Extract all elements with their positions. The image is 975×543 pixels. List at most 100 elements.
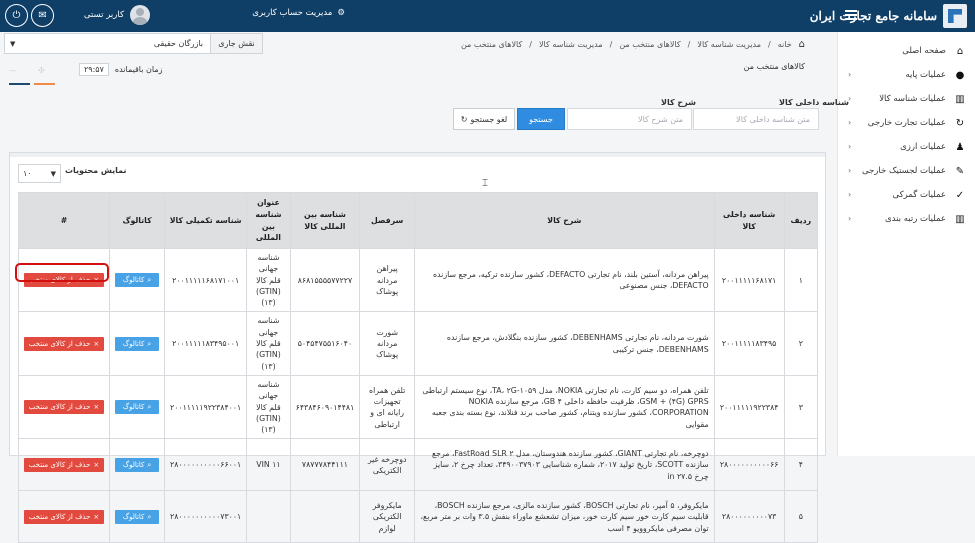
- mouse-cursor-icon: ⌶: [482, 178, 488, 189]
- close-icon: ×: [93, 403, 100, 412]
- sidebar-item-label: عملیات رتبه بندی: [885, 214, 946, 224]
- page-size-label: نمایش محتویات: [65, 166, 127, 175]
- catalog-button[interactable]: ⌕ کاتالوگ: [115, 336, 160, 351]
- global-id-cell: ۸۶۸۱۵۵۵۵۷۷۲۲۷: [289, 247, 361, 313]
- breadcrumb-separator: /: [609, 39, 613, 49]
- global-title-cell: شناسه جهانی قلم کالا (GTIN) (۱۳): [246, 374, 291, 440]
- category-cell: مایکروفر الکتریکی لوازم: [359, 490, 416, 543]
- internal-id-input[interactable]: متن شناسه داخلی کالا: [693, 108, 819, 130]
- breadcrumb-item[interactable]: مدیریت شناسه کالا: [697, 40, 761, 49]
- close-icon: ×: [93, 512, 100, 521]
- internal-id-cell: ۲۰۰۱۱۱۱۱۹۲۲۳۸۴: [713, 374, 785, 440]
- account-management-link[interactable]: ⚙ مدیریت حساب کاربری: [252, 8, 345, 18]
- hamburger-menu-icon[interactable]: [845, 8, 857, 20]
- remove-selected-button[interactable]: × حذف از کالای منتخب: [24, 457, 105, 472]
- sidebar-item-foreign-trade[interactable]: ↻ عملیات تجارت خارجی ‹: [838, 111, 975, 135]
- internal-id-cell: ۲۸۰۰۰۰۰۰۰۰۰۷۳: [713, 490, 785, 543]
- catalog-label: کاتالوگ: [122, 403, 145, 412]
- panel-accent-line: [9, 83, 30, 85]
- role-select[interactable]: بازرگان حقیقی ▼: [5, 34, 211, 53]
- catalog-button[interactable]: ⌕ کاتالوگ: [115, 400, 160, 415]
- description-cell: تلفن همراه، دو سیم کارت، نام تجارتی NOKI…: [414, 374, 715, 440]
- gear-icon: ⚙: [337, 8, 345, 18]
- sidebar-item-customs[interactable]: ✓ عملیات گمرکی ‹: [838, 183, 975, 207]
- page-title: کالاهای منتخب من: [743, 62, 805, 71]
- users-icon: ♟: [955, 141, 965, 153]
- session-time: ۲۹:۵۷: [79, 63, 109, 76]
- catalog-button[interactable]: ⌕ کاتالوگ: [115, 509, 160, 524]
- search-button[interactable]: جستجو: [517, 108, 565, 130]
- category-cell: شورت مردانه پوشاک: [359, 311, 416, 376]
- sidebar-item-ranking[interactable]: ▥ عملیات رتبه بندی ‹: [838, 207, 975, 231]
- power-icon[interactable]: ⏻: [5, 4, 28, 27]
- extra-id-cell: ۲۰۰۱۱۱۱۱۸۳۴۹۵۰۰۱: [164, 311, 248, 376]
- role-selector[interactable]: نقش جاری بازرگان حقیقی ▼: [4, 33, 263, 54]
- chevron-left-icon: ‹: [848, 166, 852, 175]
- breadcrumb-home[interactable]: خانه: [778, 40, 792, 49]
- current-role-label: نقش جاری: [210, 34, 262, 53]
- sidebar-item-label: عملیات پایه: [905, 70, 946, 80]
- extra-id-cell: ۲۰۰۱۱۱۱۱۹۲۲۳۸۴۰۰۱: [164, 374, 248, 440]
- sidebar-item-label: عملیات شناسه کالا: [879, 94, 946, 104]
- catalog-button[interactable]: ⌕ کاتالوگ: [115, 273, 160, 288]
- description-cell: دوچرخه، نام تجارتی GIANT، کشور سازنده هن…: [414, 438, 715, 492]
- breadcrumb-separator: /: [529, 39, 532, 49]
- breadcrumb-current: کالاهای منتخب من: [460, 39, 523, 49]
- column-header: سرفصل: [359, 192, 416, 249]
- table-row: ۵ ۲۸۰۰۰۰۰۰۰۰۰۷۳ مایکروفر، ۵ آمپر، نام تج…: [17, 490, 819, 543]
- catalog-cell: ⌕ کاتالوگ: [109, 374, 166, 440]
- remove-label: حذف از کالای منتخب: [28, 512, 91, 521]
- user-menu[interactable]: کاربر تستی: [84, 5, 150, 25]
- check-icon: ✓: [955, 189, 965, 201]
- remove-selected-button[interactable]: × حذف از کالای منتخب: [24, 336, 105, 351]
- home-icon[interactable]: ⌂: [799, 39, 805, 50]
- description-input[interactable]: متن شرح کالا: [567, 108, 692, 130]
- mail-icon[interactable]: ✉: [31, 4, 54, 27]
- barcode-icon: ▥: [955, 213, 965, 225]
- description-cell: شورت مردانه، نام تجارتی DEBENHAMS، کشور …: [414, 311, 715, 376]
- chevron-down-icon: ▼: [50, 169, 56, 178]
- session-timer: زمان باقیمانده ۲۹:۵۷: [79, 63, 162, 76]
- sidebar-item-product-id[interactable]: ▥ عملیات شناسه کالا ‹: [838, 87, 975, 111]
- table-header-row: ردیف شناسه داخلی کالا شرح کالا سرفصل شنا…: [17, 192, 819, 249]
- cancel-search-label: لغو جستجو: [470, 114, 508, 124]
- global-id-cell: [289, 490, 361, 543]
- sidebar-item-base-operations[interactable]: ● عملیات پایه ‹: [838, 63, 975, 87]
- catalog-label: کاتالوگ: [122, 339, 145, 348]
- panel-accent-line: [34, 83, 55, 85]
- column-header: شرح کالا: [414, 192, 715, 249]
- cancel-search-button[interactable]: ↻ لغو جستجو: [453, 108, 515, 130]
- row-index: ۱: [783, 247, 819, 313]
- fullscreen-icon[interactable]: ✣: [38, 66, 45, 75]
- remove-selected-button[interactable]: × حذف از کالای منتخب: [24, 400, 105, 415]
- search-icon: ⌕: [147, 460, 152, 469]
- breadcrumb-item[interactable]: مدیریت شناسه کالا: [539, 40, 603, 49]
- action-cell: × حذف از کالای منتخب: [17, 374, 111, 440]
- sidebar-item-home[interactable]: ⌂ صفحه اصلی: [838, 39, 975, 63]
- refresh-icon: ↻: [955, 117, 965, 129]
- description-cell: پیراهن مردانه، آستین بلند، نام تجارتی DE…: [414, 247, 715, 313]
- global-title-cell: شناسه جهانی قلم کالا (GTIN) (۱۳): [246, 247, 291, 313]
- sidebar-item-logistics[interactable]: ✎ عملیات لجستیک خارجی ‹: [838, 159, 975, 183]
- collapse-icon[interactable]: —: [9, 66, 17, 75]
- sidebar-item-currency[interactable]: ♟ عملیات ارزی ‹: [838, 135, 975, 159]
- action-cell: × حذف از کالای منتخب: [17, 490, 111, 543]
- catalog-cell: ⌕ کاتالوگ: [109, 438, 166, 492]
- panel-top-strip: [10, 153, 825, 157]
- column-header: ردیف: [783, 192, 819, 249]
- extra-id-cell: ۲۸۰۰۰۰۰۰۰۰۰۰۶۶۰۰۱: [164, 438, 248, 492]
- global-title-cell: [246, 490, 291, 543]
- catalog-label: کاتالوگ: [122, 460, 145, 469]
- breadcrumb-item[interactable]: کالاهای منتخب من: [619, 40, 680, 49]
- remove-selected-button[interactable]: × حذف از کالای منتخب: [24, 509, 105, 524]
- user-name: کاربر تستی: [83, 10, 124, 20]
- internal-id-label: شناسه داخلی کالا: [779, 98, 850, 107]
- catalog-label: کاتالوگ: [122, 276, 145, 285]
- chevron-left-icon: ‹: [848, 70, 852, 79]
- highlight-frame: [15, 263, 109, 282]
- action-cell: × حذف از کالای منتخب: [17, 438, 111, 492]
- catalog-button[interactable]: ⌕ کاتالوگ: [115, 457, 160, 472]
- brand: سامانه جامع تجارت ایران: [810, 4, 967, 28]
- search-icon: ⌕: [147, 512, 152, 521]
- page-size-select[interactable]: ۱۰ ▼: [18, 164, 61, 183]
